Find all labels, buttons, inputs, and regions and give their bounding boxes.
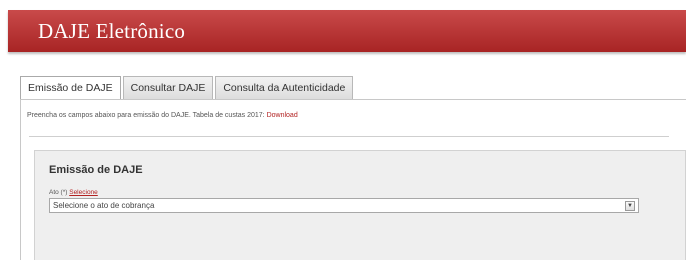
app-title: DAJE Eletrônico [38, 19, 186, 43]
download-link[interactable]: Download [267, 112, 298, 119]
tab-consulta-autenticidade[interactable]: Consulta da Autenticidade [215, 76, 354, 100]
notice-text: Preencha os campos abaixo para emissão d… [27, 112, 265, 119]
tab-consultar-daje[interactable]: Consultar DAJE [122, 76, 214, 100]
ato-help-link[interactable]: Selecione [69, 189, 98, 196]
panel-title: Emissão de DAJE [49, 164, 143, 176]
tab-bar: Emissão de DAJE Consultar DAJE Consulta … [20, 76, 355, 101]
chevron-down-icon[interactable]: ▼ [625, 201, 635, 211]
emission-panel: Emissão de DAJE Ato (*) Selecione Seleci… [34, 150, 686, 260]
instructions-notice: Preencha os campos abaixo para emissão d… [27, 112, 298, 119]
divider [29, 136, 669, 137]
ato-select[interactable]: Selecione o ato de cobrança ▼ [49, 198, 639, 213]
app-header: DAJE Eletrônico [8, 10, 686, 52]
tab-emissao-daje[interactable]: Emissão de DAJE [20, 76, 121, 101]
tab-content: Preencha os campos abaixo para emissão d… [20, 99, 686, 260]
ato-label-text: Ato (*) [49, 189, 68, 196]
ato-field-label: Ato (*) Selecione [49, 189, 98, 196]
ato-select-value: Selecione o ato de cobrança [53, 201, 155, 210]
